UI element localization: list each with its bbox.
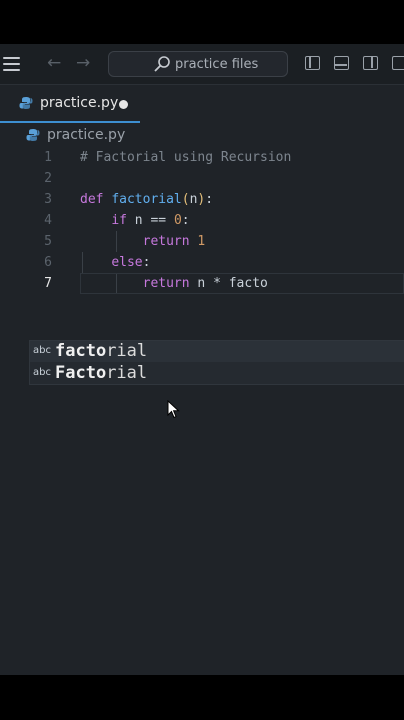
- search-icon: [154, 56, 170, 72]
- breadcrumb-file[interactable]: practice.py: [47, 127, 125, 143]
- tab-label: practice.py: [40, 95, 119, 111]
- forward-arrow-icon[interactable]: →: [76, 53, 90, 73]
- breadcrumb: practice.py: [0, 124, 404, 146]
- toggle-primary-sidebar-icon[interactable]: [305, 56, 320, 70]
- code-line: 6 else:: [0, 252, 404, 273]
- suggestion-label: Factorial: [55, 363, 148, 383]
- code-line: 1 # Factorial using Recursion: [0, 147, 404, 168]
- toggle-panel-icon[interactable]: [334, 56, 349, 70]
- code-line: 5 return 1: [0, 231, 404, 252]
- python-file-icon: [19, 97, 33, 109]
- mouse-pointer-icon: [167, 400, 180, 419]
- line-number: 5: [44, 234, 52, 249]
- line-number: 7: [44, 276, 52, 291]
- back-arrow-icon[interactable]: ←: [47, 53, 61, 73]
- code-line: 2: [0, 168, 404, 189]
- tab-practice-py[interactable]: practice.py: [0, 85, 140, 123]
- code-editor[interactable]: 1 # Factorial using Recursion 2 3 def fa…: [0, 147, 404, 347]
- suggestion-item[interactable]: abc Factorial: [30, 363, 404, 384]
- code-text: return n * facto: [142, 276, 268, 291]
- suggestion-item[interactable]: abc factorial: [30, 341, 404, 362]
- suggestion-label: factorial: [55, 341, 148, 361]
- code-line: 4 if n == 0:: [0, 210, 404, 231]
- autocomplete-suggestion-widget: abc factorial abc Factorial: [29, 340, 404, 385]
- line-number: 1: [44, 150, 52, 165]
- vscode-window: ← → practice files practice.py practice.…: [0, 44, 404, 675]
- text-suggestion-icon: abc: [33, 345, 51, 356]
- code-line: 3 def factorial(n):: [0, 189, 404, 210]
- text-suggestion-icon: abc: [33, 367, 51, 378]
- customize-layout-icon[interactable]: [392, 56, 404, 70]
- unsaved-changes-dot-icon[interactable]: [119, 100, 128, 109]
- line-number: 6: [44, 255, 52, 270]
- code-text: return 1: [142, 234, 206, 249]
- toggle-secondary-sidebar-icon[interactable]: [363, 56, 378, 70]
- hamburger-menu-icon[interactable]: [3, 57, 20, 71]
- code-text: def factorial(n):: [80, 192, 214, 207]
- code-text: else:: [111, 255, 151, 270]
- line-number: 4: [44, 213, 52, 228]
- command-center-search[interactable]: practice files: [108, 51, 288, 77]
- python-file-icon: [26, 129, 40, 141]
- line-number: 3: [44, 192, 52, 207]
- code-text: # Factorial using Recursion: [80, 150, 292, 165]
- code-text: if n == 0:: [111, 213, 190, 228]
- search-text: practice files: [175, 57, 259, 72]
- title-bar: ← → practice files: [0, 44, 404, 85]
- code-line-current: 7 return n * facto: [0, 273, 404, 294]
- line-number: 2: [44, 171, 52, 186]
- editor-tab-bar: practice.py: [0, 85, 404, 123]
